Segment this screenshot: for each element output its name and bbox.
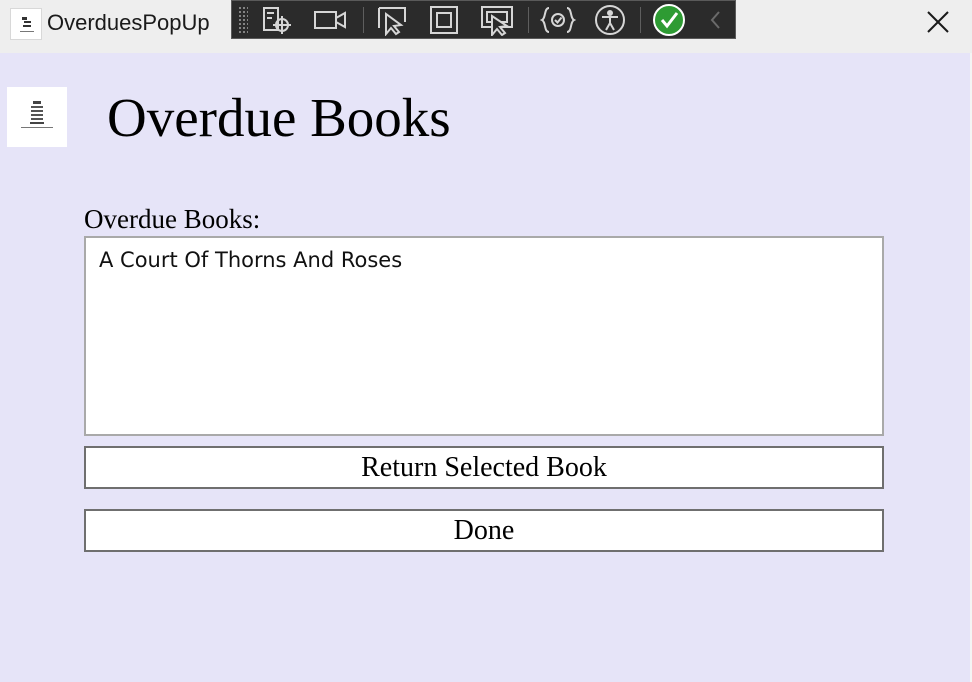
close-button[interactable] bbox=[912, 0, 964, 48]
done-button[interactable]: Done bbox=[84, 509, 884, 552]
camera-icon[interactable] bbox=[310, 1, 350, 38]
overdue-list-label: Overdue Books: bbox=[84, 204, 261, 234]
collapse-chevron-icon[interactable] bbox=[702, 1, 730, 38]
toolbar-grip[interactable] bbox=[238, 6, 248, 34]
close-icon bbox=[926, 10, 950, 39]
binding-failures-icon[interactable] bbox=[538, 1, 578, 38]
layout-adorner-icon[interactable] bbox=[425, 1, 463, 38]
select-element-icon[interactable] bbox=[258, 1, 294, 38]
app-icon bbox=[10, 8, 42, 40]
list-item[interactable]: A Court Of Thorns And Roses bbox=[86, 238, 882, 272]
return-selected-book-button[interactable]: Return Selected Book bbox=[84, 446, 884, 489]
window-title: OverduesPopUp bbox=[47, 10, 210, 35]
overdue-books-listbox[interactable]: A Court Of Thorns And Roses bbox=[84, 236, 884, 436]
accessibility-icon[interactable] bbox=[590, 1, 630, 38]
title-bar: OverduesPopUp bbox=[0, 0, 972, 53]
track-focus-icon[interactable] bbox=[477, 1, 517, 38]
page-title: Overdue Books bbox=[107, 87, 451, 148]
cursor-select-icon[interactable] bbox=[373, 1, 411, 38]
checkmark-status-icon[interactable] bbox=[649, 1, 689, 38]
debug-toolbar bbox=[231, 0, 736, 39]
library-logo bbox=[7, 87, 67, 147]
